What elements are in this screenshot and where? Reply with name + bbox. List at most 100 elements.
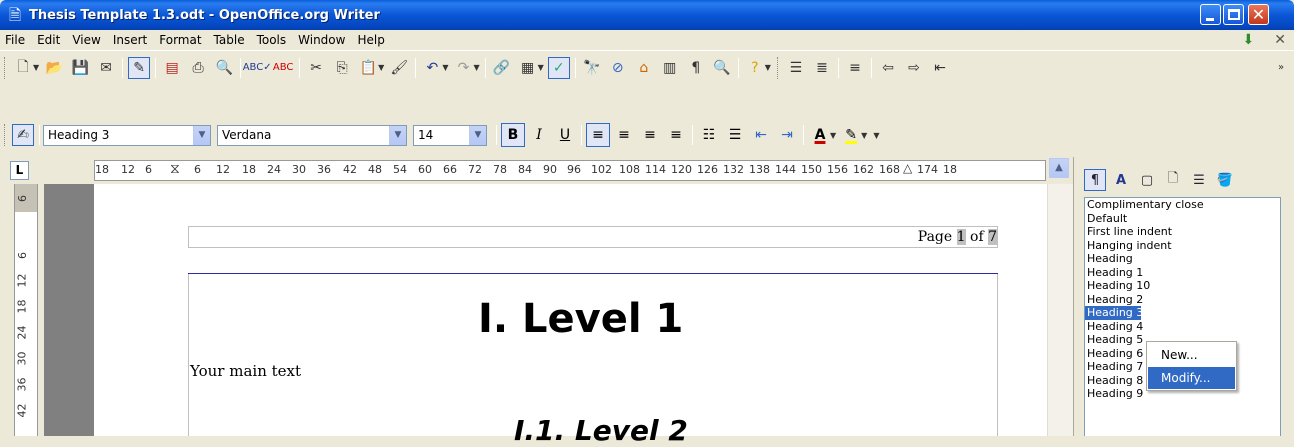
copy-icon[interactable]: ⎘	[331, 57, 353, 79]
toolbar-grip[interactable]	[776, 56, 780, 79]
new-dropdown-icon[interactable]: ▼	[33, 63, 39, 72]
page-preview-icon[interactable]: 🔍	[213, 57, 235, 79]
numbering-off-icon[interactable]: ☰	[785, 57, 807, 79]
page-styles-icon[interactable]: 🗋	[1162, 169, 1184, 191]
arrow-left-icon[interactable]: ⇦	[877, 57, 899, 79]
redo-dropdown-icon[interactable]: ▼	[473, 63, 479, 72]
decrease-indent-icon[interactable]: ⇤	[749, 123, 773, 147]
export-pdf-icon[interactable]: ▤	[161, 57, 183, 79]
close-document-icon[interactable]: ✕	[1274, 31, 1286, 49]
toolbar-grip[interactable]	[4, 56, 7, 79]
character-styles-icon[interactable]: A	[1110, 169, 1132, 191]
numbering-icon[interactable]: ☷	[697, 123, 721, 147]
menu-window[interactable]: Window	[292, 30, 351, 50]
edit-mode-icon[interactable]: ✎	[128, 56, 151, 79]
paragraph-styles-icon[interactable]: ¶	[1084, 169, 1106, 191]
right-indent-marker-icon[interactable]: △	[903, 161, 912, 175]
zoom-icon[interactable]: 🔍	[711, 57, 733, 79]
font-color-icon[interactable]: A	[808, 123, 832, 147]
italic-icon[interactable]: I	[527, 123, 551, 147]
chevron-down-icon[interactable]: ▼	[193, 125, 210, 145]
navigator-icon[interactable]: ⊘	[607, 57, 629, 79]
menu-format[interactable]: Format	[153, 30, 207, 50]
list-item[interactable]: Heading 4	[1085, 320, 1280, 334]
paragraph-icon[interactable]: ≡	[844, 57, 866, 79]
modify-style-menu-item[interactable]: Modify...	[1148, 367, 1235, 389]
update-download-icon[interactable]: ⬇	[1243, 31, 1255, 49]
underline-icon[interactable]: U	[553, 123, 577, 147]
menu-tools[interactable]: Tools	[251, 30, 293, 50]
minimize-button[interactable]	[1200, 4, 1221, 25]
numbering-on-icon[interactable]: ≣	[811, 57, 833, 79]
menu-view[interactable]: View	[66, 30, 106, 50]
font-color-dropdown-icon[interactable]: ▼	[830, 131, 836, 140]
list-item[interactable]: Heading 1	[1085, 266, 1280, 280]
bullets-icon[interactable]: ☰	[723, 123, 747, 147]
style-list[interactable]: Complimentary close Default First line i…	[1084, 197, 1281, 436]
paragraph-style-select[interactable]: Heading 3 ▼	[43, 124, 211, 146]
bold-icon[interactable]: B	[501, 123, 525, 147]
list-item[interactable]: Heading 2	[1085, 293, 1280, 307]
font-size-select[interactable]: 14 ▼	[413, 124, 487, 146]
align-left-icon[interactable]: ≡	[586, 123, 610, 147]
redo-icon[interactable]: ↷	[452, 57, 474, 79]
chevron-up-icon[interactable]: ▲	[1049, 158, 1069, 178]
vertical-ruler[interactable]: 6 6 12 18 24 30 36 42	[0, 184, 44, 436]
email-icon[interactable]: ✉	[95, 57, 117, 79]
highlighting-dropdown-icon[interactable]: ▼	[861, 131, 867, 140]
body-text[interactable]: Your main text	[190, 362, 301, 380]
open-folder-icon[interactable]: 📂	[43, 57, 65, 79]
cut-icon[interactable]: ✂	[305, 57, 327, 79]
writer-document-icon[interactable]: 🗎	[7, 7, 23, 23]
toolbar-options-icon[interactable]: ▼	[873, 131, 879, 140]
menu-help[interactable]: Help	[351, 30, 390, 50]
help-icon[interactable]: ?	[744, 57, 766, 79]
show-draw-functions-icon[interactable]: ✓	[547, 56, 570, 79]
more-toolbar-icon[interactable]: »	[1270, 57, 1292, 79]
new-document-icon[interactable]: 🗋	[12, 57, 34, 79]
align-right-icon[interactable]: ≡	[638, 123, 662, 147]
format-paintbrush-icon[interactable]: 🖌	[388, 57, 410, 79]
save-icon[interactable]: 💾	[69, 57, 91, 79]
hyperlink-icon[interactable]: 🔗	[491, 57, 513, 79]
menu-file[interactable]: File	[0, 30, 31, 50]
undo-dropdown-icon[interactable]: ▼	[442, 63, 448, 72]
tab-stop-type-button[interactable]: L	[10, 161, 29, 180]
list-item[interactable]: Hanging indent	[1085, 239, 1280, 253]
gallery-icon[interactable]: ⌂	[633, 57, 655, 79]
toolbar-options-icon[interactable]: ▼	[765, 63, 771, 72]
page-header[interactable]: Page 1 of 7	[188, 226, 998, 248]
font-name-select[interactable]: Verdana ▼	[217, 124, 407, 146]
paste-dropdown-icon[interactable]: ▼	[378, 63, 384, 72]
list-item[interactable]: First line indent	[1085, 225, 1280, 239]
toolbar-grip[interactable]	[4, 124, 7, 146]
menu-edit[interactable]: Edit	[31, 30, 66, 50]
indent-marker-icon[interactable]: ⧖	[170, 161, 180, 177]
table-dropdown-icon[interactable]: ▼	[538, 63, 544, 72]
styles-formatting-icon[interactable]: ✍	[12, 124, 34, 146]
data-sources-icon[interactable]: ▥	[659, 57, 681, 79]
table-icon[interactable]: ▦	[517, 57, 539, 79]
horizontal-ruler[interactable]: 18 12 6 ⧖ 6 12 18 24 30 36 42 48 54 60 6…	[94, 160, 1046, 181]
justify-icon[interactable]: ≡	[664, 123, 688, 147]
maximize-button[interactable]	[1223, 4, 1244, 25]
demote-icon[interactable]: ⇤	[929, 57, 951, 79]
menu-table[interactable]: Table	[208, 30, 251, 50]
close-button[interactable]: ✕	[1248, 4, 1269, 25]
menu-insert[interactable]: Insert	[107, 30, 153, 50]
list-item-selected[interactable]: Heading 3	[1085, 306, 1143, 320]
arrow-right-icon[interactable]: ⇨	[903, 57, 925, 79]
new-style-menu-item[interactable]: New...	[1148, 344, 1235, 366]
list-item[interactable]: Complimentary close	[1085, 198, 1280, 212]
spellcheck-icon[interactable]: ABC✓	[243, 57, 272, 79]
vertical-scrollbar[interactable]	[1047, 184, 1073, 436]
autospellcheck-icon[interactable]: ABC	[272, 57, 294, 79]
chevron-down-icon[interactable]: ▼	[389, 125, 406, 145]
frame-styles-icon[interactable]: ▢	[1136, 169, 1158, 191]
list-item[interactable]: Default	[1085, 212, 1280, 226]
heading-level-2[interactable]: I.1. Level 2	[514, 414, 688, 447]
list-styles-icon[interactable]: ☰	[1188, 169, 1210, 191]
list-item[interactable]: Heading 10	[1085, 279, 1280, 293]
increase-indent-icon[interactable]: ⇥	[775, 123, 799, 147]
paste-icon[interactable]: 📋	[357, 57, 379, 79]
